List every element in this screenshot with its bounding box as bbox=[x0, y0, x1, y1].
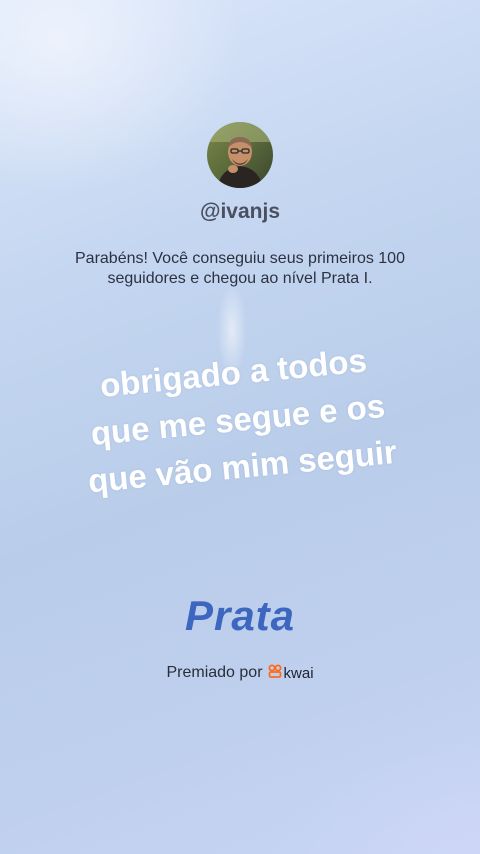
kwai-logo: kwai bbox=[268, 664, 314, 682]
achievement-message: Parabéns! Você conseguiu seus primeiros … bbox=[75, 250, 405, 287]
kwai-brand-name: kwai bbox=[283, 664, 314, 682]
username[interactable]: @ivanjs bbox=[0, 200, 480, 224]
overlay-caption[interactable]: obrigado a todos que me segue e os que v… bbox=[32, 330, 444, 509]
avatar[interactable] bbox=[207, 122, 273, 188]
level-title: Prata bbox=[184, 592, 296, 639]
awarded-by-row: Premiado por kwai bbox=[0, 664, 480, 682]
kwai-logo-icon bbox=[268, 664, 282, 682]
awarded-by-label: Premiado por bbox=[166, 664, 263, 681]
